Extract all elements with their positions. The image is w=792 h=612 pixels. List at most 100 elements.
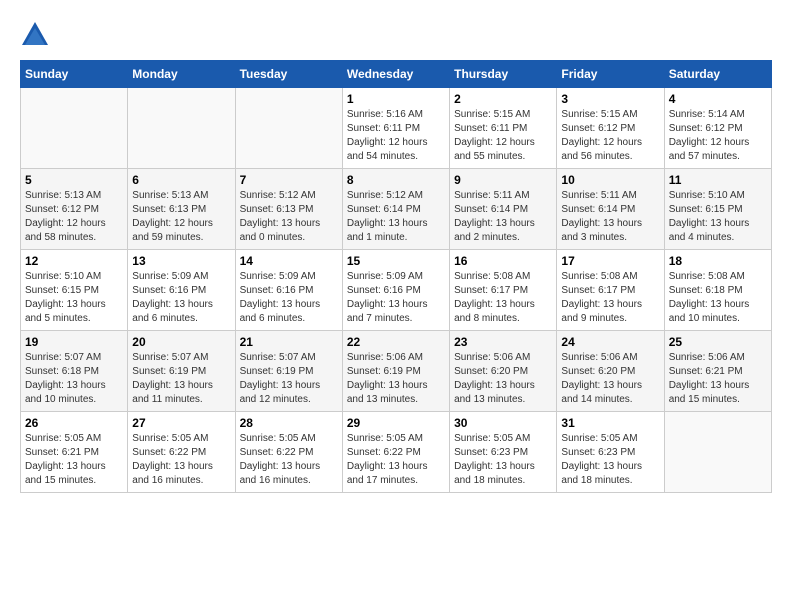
logo xyxy=(20,20,55,50)
day-number: 29 xyxy=(347,416,445,430)
day-number: 22 xyxy=(347,335,445,349)
day-info: Sunrise: 5:08 AM Sunset: 6:17 PM Dayligh… xyxy=(561,270,659,326)
day-cell-1: 1 Sunrise: 5:16 AM Sunset: 6:11 PM Daylig… xyxy=(342,88,449,169)
day-info: Sunrise: 5:06 AM Sunset: 6:20 PM Dayligh… xyxy=(561,351,659,407)
day-info: Sunrise: 5:07 AM Sunset: 6:19 PM Dayligh… xyxy=(240,351,338,407)
day-info: Sunrise: 5:11 AM Sunset: 6:14 PM Dayligh… xyxy=(561,189,659,245)
day-cell-4: 4 Sunrise: 5:14 AM Sunset: 6:12 PM Daylig… xyxy=(664,88,771,169)
day-cell-20: 20 Sunrise: 5:07 AM Sunset: 6:19 PM Dayli… xyxy=(128,331,235,412)
day-cell-30: 30 Sunrise: 5:05 AM Sunset: 6:23 PM Dayli… xyxy=(450,412,557,493)
day-number: 30 xyxy=(454,416,552,430)
day-number: 2 xyxy=(454,92,552,106)
day-number: 12 xyxy=(25,254,123,268)
day-info: Sunrise: 5:13 AM Sunset: 6:12 PM Dayligh… xyxy=(25,189,123,245)
day-info: Sunrise: 5:05 AM Sunset: 6:22 PM Dayligh… xyxy=(347,432,445,488)
day-cell-19: 19Sunrise: 5:07 AM Sunset: 6:18 PM Dayli… xyxy=(21,331,128,412)
day-cell-2: 2 Sunrise: 5:15 AM Sunset: 6:11 PM Daylig… xyxy=(450,88,557,169)
day-number: 3 xyxy=(561,92,659,106)
day-number: 15 xyxy=(347,254,445,268)
day-cell-3: 3 Sunrise: 5:15 AM Sunset: 6:12 PM Daylig… xyxy=(557,88,664,169)
day-number: 16 xyxy=(454,254,552,268)
day-cell-25: 25Sunrise: 5:06 AM Sunset: 6:21 PM Dayli… xyxy=(664,331,771,412)
day-number: 1 xyxy=(347,92,445,106)
empty-cell xyxy=(21,88,128,169)
col-header-wednesday: Wednesday xyxy=(342,61,449,88)
week-row-2: 5 Sunrise: 5:13 AM Sunset: 6:12 PM Daylig… xyxy=(21,169,772,250)
col-header-monday: Monday xyxy=(128,61,235,88)
day-cell-9: 9 Sunrise: 5:11 AM Sunset: 6:14 PM Daylig… xyxy=(450,169,557,250)
day-cell-17: 17 Sunrise: 5:08 AM Sunset: 6:17 PM Dayli… xyxy=(557,250,664,331)
day-cell-26: 26 Sunrise: 5:05 AM Sunset: 6:21 PM Dayli… xyxy=(21,412,128,493)
day-info: Sunrise: 5:15 AM Sunset: 6:11 PM Dayligh… xyxy=(454,108,552,164)
col-header-sunday: Sunday xyxy=(21,61,128,88)
col-header-thursday: Thursday xyxy=(450,61,557,88)
page-header xyxy=(20,20,772,50)
day-number: 17 xyxy=(561,254,659,268)
logo-icon xyxy=(20,20,50,50)
day-info: Sunrise: 5:05 AM Sunset: 6:22 PM Dayligh… xyxy=(132,432,230,488)
col-header-friday: Friday xyxy=(557,61,664,88)
day-info: Sunrise: 5:08 AM Sunset: 6:18 PM Dayligh… xyxy=(669,270,767,326)
day-number: 14 xyxy=(240,254,338,268)
day-cell-28: 28Sunrise: 5:05 AM Sunset: 6:22 PM Dayli… xyxy=(235,412,342,493)
day-cell-22: 22 Sunrise: 5:06 AM Sunset: 6:19 PM Dayli… xyxy=(342,331,449,412)
day-number: 26 xyxy=(25,416,123,430)
empty-cell xyxy=(235,88,342,169)
day-number: 9 xyxy=(454,173,552,187)
header-row: SundayMondayTuesdayWednesdayThursdayFrid… xyxy=(21,61,772,88)
day-number: 21 xyxy=(240,335,338,349)
day-info: Sunrise: 5:16 AM Sunset: 6:11 PM Dayligh… xyxy=(347,108,445,164)
day-number: 20 xyxy=(132,335,230,349)
day-info: Sunrise: 5:07 AM Sunset: 6:19 PM Dayligh… xyxy=(132,351,230,407)
day-cell-21: 21 Sunrise: 5:07 AM Sunset: 6:19 PM Dayli… xyxy=(235,331,342,412)
day-cell-10: 10 Sunrise: 5:11 AM Sunset: 6:14 PM Dayli… xyxy=(557,169,664,250)
day-cell-11: 11Sunrise: 5:10 AM Sunset: 6:15 PM Dayli… xyxy=(664,169,771,250)
day-number: 13 xyxy=(132,254,230,268)
day-info: Sunrise: 5:12 AM Sunset: 6:14 PM Dayligh… xyxy=(347,189,445,245)
day-info: Sunrise: 5:14 AM Sunset: 6:12 PM Dayligh… xyxy=(669,108,767,164)
calendar-table: SundayMondayTuesdayWednesdayThursdayFrid… xyxy=(20,60,772,493)
day-cell-7: 7Sunrise: 5:12 AM Sunset: 6:13 PM Daylig… xyxy=(235,169,342,250)
day-number: 5 xyxy=(25,173,123,187)
day-info: Sunrise: 5:06 AM Sunset: 6:20 PM Dayligh… xyxy=(454,351,552,407)
day-number: 19 xyxy=(25,335,123,349)
day-info: Sunrise: 5:09 AM Sunset: 6:16 PM Dayligh… xyxy=(132,270,230,326)
day-cell-29: 29 Sunrise: 5:05 AM Sunset: 6:22 PM Dayli… xyxy=(342,412,449,493)
day-cell-6: 6 Sunrise: 5:13 AM Sunset: 6:13 PM Daylig… xyxy=(128,169,235,250)
day-number: 6 xyxy=(132,173,230,187)
day-cell-12: 12Sunrise: 5:10 AM Sunset: 6:15 PM Dayli… xyxy=(21,250,128,331)
day-number: 23 xyxy=(454,335,552,349)
day-cell-18: 18 Sunrise: 5:08 AM Sunset: 6:18 PM Dayli… xyxy=(664,250,771,331)
day-info: Sunrise: 5:09 AM Sunset: 6:16 PM Dayligh… xyxy=(347,270,445,326)
day-number: 7 xyxy=(240,173,338,187)
day-number: 24 xyxy=(561,335,659,349)
day-info: Sunrise: 5:08 AM Sunset: 6:17 PM Dayligh… xyxy=(454,270,552,326)
day-cell-23: 23 Sunrise: 5:06 AM Sunset: 6:20 PM Dayli… xyxy=(450,331,557,412)
day-info: Sunrise: 5:06 AM Sunset: 6:19 PM Dayligh… xyxy=(347,351,445,407)
day-cell-16: 16 Sunrise: 5:08 AM Sunset: 6:17 PM Dayli… xyxy=(450,250,557,331)
day-number: 25 xyxy=(669,335,767,349)
day-number: 10 xyxy=(561,173,659,187)
empty-cell xyxy=(128,88,235,169)
day-cell-8: 8Sunrise: 5:12 AM Sunset: 6:14 PM Daylig… xyxy=(342,169,449,250)
day-number: 31 xyxy=(561,416,659,430)
day-cell-15: 15 Sunrise: 5:09 AM Sunset: 6:16 PM Dayli… xyxy=(342,250,449,331)
day-info: Sunrise: 5:11 AM Sunset: 6:14 PM Dayligh… xyxy=(454,189,552,245)
day-number: 18 xyxy=(669,254,767,268)
week-row-3: 12Sunrise: 5:10 AM Sunset: 6:15 PM Dayli… xyxy=(21,250,772,331)
day-number: 11 xyxy=(669,173,767,187)
day-info: Sunrise: 5:05 AM Sunset: 6:22 PM Dayligh… xyxy=(240,432,338,488)
empty-cell xyxy=(664,412,771,493)
day-info: Sunrise: 5:15 AM Sunset: 6:12 PM Dayligh… xyxy=(561,108,659,164)
day-number: 27 xyxy=(132,416,230,430)
day-number: 4 xyxy=(669,92,767,106)
day-info: Sunrise: 5:05 AM Sunset: 6:21 PM Dayligh… xyxy=(25,432,123,488)
day-info: Sunrise: 5:13 AM Sunset: 6:13 PM Dayligh… xyxy=(132,189,230,245)
col-header-tuesday: Tuesday xyxy=(235,61,342,88)
day-cell-5: 5 Sunrise: 5:13 AM Sunset: 6:12 PM Daylig… xyxy=(21,169,128,250)
day-cell-27: 27 Sunrise: 5:05 AM Sunset: 6:22 PM Dayli… xyxy=(128,412,235,493)
day-cell-14: 14Sunrise: 5:09 AM Sunset: 6:16 PM Dayli… xyxy=(235,250,342,331)
day-info: Sunrise: 5:05 AM Sunset: 6:23 PM Dayligh… xyxy=(454,432,552,488)
day-info: Sunrise: 5:05 AM Sunset: 6:23 PM Dayligh… xyxy=(561,432,659,488)
day-cell-13: 13 Sunrise: 5:09 AM Sunset: 6:16 PM Dayli… xyxy=(128,250,235,331)
